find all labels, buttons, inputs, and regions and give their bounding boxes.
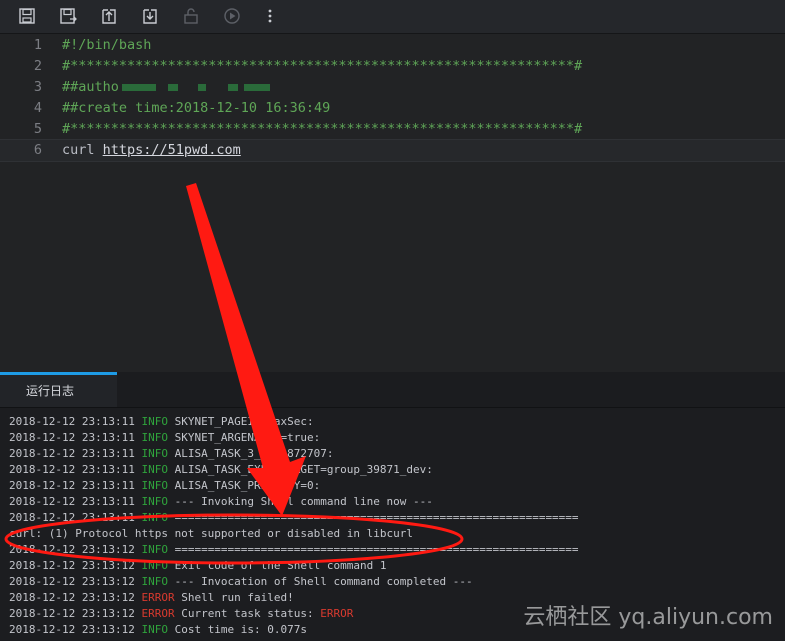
code-url[interactable]: https://51pwd.com [103,142,241,158]
log-message: ========================================… [167,543,579,556]
log-line: 2018-12-12 23:13:11 INFO ALISA_TASK_3_06… [9,446,334,462]
redaction-blur [243,83,270,91]
download-icon[interactable] [140,6,160,26]
log-line: 2018-12-12 23:13:11 INFO --- Invoking Sh… [9,494,433,510]
redaction-blur [227,83,238,91]
log-timestamp: 2018-12-12 23:13:12 [9,575,142,588]
log-timestamp: 2018-12-12 23:13:11 [9,463,142,476]
code-text: #***************************************… [62,58,583,74]
code-line: 4 ##create time:2018-12-10 16:36:49 [0,98,785,119]
code-command: curl [62,142,103,158]
log-level: ERROR [141,591,175,604]
log-message: --- Invoking Shell command line now --- [167,495,433,508]
log-timestamp: 2018-12-12 23:13:11 [9,415,142,428]
log-message: curl: (1) Protocol https not supported o… [9,527,413,540]
line-number: 6 [33,142,42,158]
log-line: 2018-12-12 23:13:12 INFO --- Invocation … [9,574,473,590]
log-line: 2018-12-12 23:13:12 ERROR Shell run fail… [9,590,294,606]
log-level: INFO [141,559,168,572]
toolbar [0,0,785,34]
redaction-blur [121,83,156,91]
log-line: 2018-12-12 23:13:11 INFO ===============… [9,510,579,526]
code-editor[interactable]: 1 #!/bin/bash 2 #***********************… [0,34,785,372]
log-line: 2018-12-12 23:13:11 INFO ALISA_TASK_EXEC… [9,462,433,478]
log-message: Cost time is: 0.077s [167,623,308,636]
code-text: ##create time:2018-12-10 16:36:49 [62,100,331,116]
log-timestamp: 2018-12-12 23:13:12 [9,559,142,572]
code-line: 5 #*************************************… [0,119,785,140]
log-status: ERROR [320,607,354,620]
code-text: curl https://51pwd.com [62,140,241,161]
log-timestamp: 2018-12-12 23:13:11 [9,479,142,492]
log-message: Current task status: [174,607,321,620]
save-icon[interactable] [17,6,37,26]
save-as-icon[interactable] [58,6,78,26]
log-timestamp: 2018-12-12 23:13:12 [9,623,142,636]
log-timestamp: 2018-12-12 23:13:11 [9,495,142,508]
log-line: 2018-12-12 23:13:11 INFO ALISA_TASK_PRIO… [9,478,320,494]
log-level: INFO [141,623,168,636]
log-level: INFO [141,511,168,524]
log-level: INFO [141,463,168,476]
log-level: INFO [141,543,168,556]
line-number: 3 [33,79,42,95]
code-text-redacted: ##autho [62,77,270,98]
log-message: ALISA_TASK_3_0653872707: [167,447,334,460]
code-text: ##autho [62,79,119,95]
redaction-blur [197,83,206,91]
log-level: INFO [141,431,168,444]
code-line: 3 ##autho [0,77,785,98]
log-message: SKYNET_PAGEID=MaxSec: [167,415,314,428]
code-line: 1 #!/bin/bash [0,35,785,56]
log-message: --- Invocation of Shell command complete… [167,575,473,588]
log-line: 2018-12-12 23:13:12 INFO Exit code of th… [9,558,387,574]
log-line: 2018-12-12 23:13:12 ERROR Current task s… [9,606,353,622]
code-line: 2 #*************************************… [0,56,785,77]
log-message: ALISA_TASK_PRIORITY=0: [167,479,321,492]
log-timestamp: 2018-12-12 23:13:12 [9,607,142,620]
code-text: #***************************************… [62,121,583,137]
log-level: INFO [141,575,168,588]
watermark: 云栖社区 yq.aliyun.com [523,605,773,630]
lock-icon[interactable] [181,6,201,26]
log-line: 2018-12-12 23:13:11 INFO SKYNET_ARGENABL… [9,430,320,446]
log-timestamp: 2018-12-12 23:13:12 [9,543,142,556]
log-level: ERROR [141,607,175,620]
log-timestamp: 2018-12-12 23:13:12 [9,591,142,604]
log-line: 2018-12-12 23:13:12 INFO Cost time is: 0… [9,622,307,638]
log-level: INFO [141,479,168,492]
redaction-blur [167,83,178,91]
tab-run-log[interactable]: 运行日志 [0,372,117,407]
log-line: 2018-12-12 23:13:12 INFO ===============… [9,542,579,558]
log-line: 2018-12-12 23:13:11 INFO SKYNET_PAGEID=M… [9,414,314,430]
more-icon[interactable] [260,6,280,26]
log-timestamp: 2018-12-12 23:13:11 [9,447,142,460]
line-number: 5 [33,121,42,137]
log-level: INFO [141,447,168,460]
log-line: curl: (1) Protocol https not supported o… [9,526,413,542]
line-number: 4 [33,100,42,116]
log-message: ========================================… [167,511,579,524]
panel-tabbar: 运行日志 [0,372,785,408]
line-number: 2 [33,58,42,74]
log-timestamp: 2018-12-12 23:13:11 [9,511,142,524]
log-message: ALISA_TASK_EXEC_TARGET=group_39871_dev: [167,463,433,476]
line-number: 1 [33,37,42,53]
code-line-active: 6 curl https://51pwd.com [0,139,785,162]
log-level: INFO [141,495,168,508]
upload-icon[interactable] [99,6,119,26]
log-message: Shell run failed! [174,591,294,604]
code-text: #!/bin/bash [62,37,152,53]
run-icon[interactable] [222,6,242,26]
log-message: Exit code of the Shell command 1 [167,559,387,572]
log-level: INFO [141,415,168,428]
log-timestamp: 2018-12-12 23:13:11 [9,431,142,444]
log-message: SKYNET_ARGENABLE=true: [167,431,321,444]
